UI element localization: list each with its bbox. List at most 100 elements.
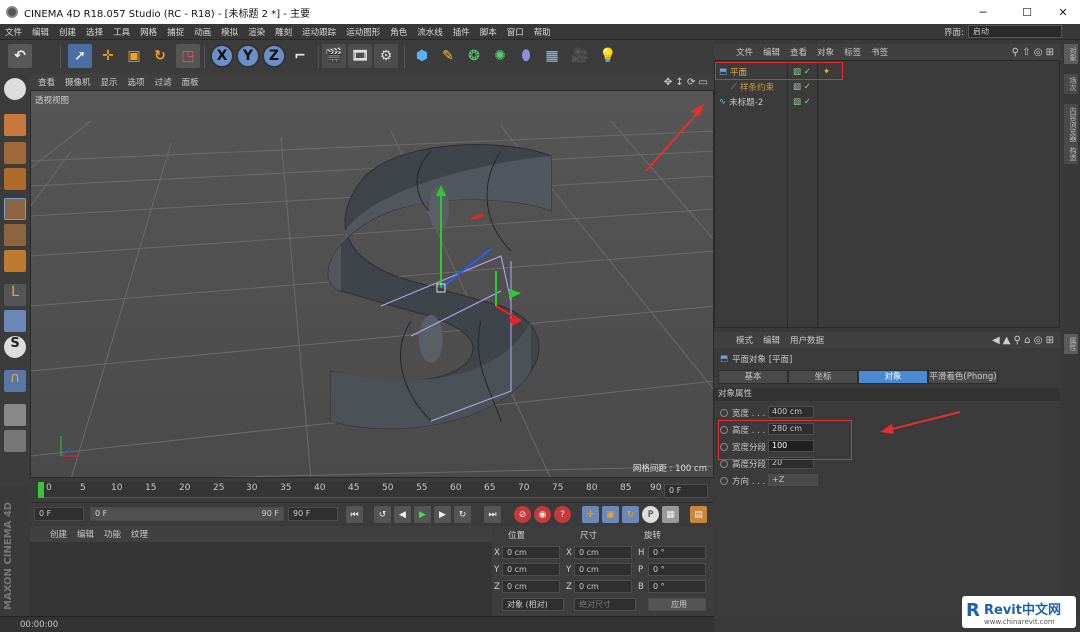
object-row-spline-constraint[interactable]: ⟋ 样条约束 ▧ ✓ — [719, 80, 1055, 94]
perspective-viewport[interactable]: 透视视图 网格间距 : 100 cm — [30, 90, 714, 478]
material-area[interactable] — [30, 542, 492, 616]
obj-menu-edit[interactable]: 编辑 — [763, 46, 780, 58]
live-select-icon[interactable]: ◳ — [176, 44, 200, 68]
obj-menu-file[interactable]: 文件 — [736, 46, 753, 58]
auto-key-icon[interactable]: ◉ — [534, 506, 551, 523]
side-tab-attributes[interactable]: 属性 — [1064, 334, 1078, 354]
polygons-mode-icon[interactable] — [4, 250, 26, 272]
size-mode-select[interactable]: 绝对尺寸 — [574, 598, 636, 611]
tab-basic[interactable]: 基本 — [718, 370, 788, 384]
coord-mode-select[interactable]: 对象 (相对) — [502, 598, 564, 611]
size-y-field[interactable]: 0 cm — [574, 563, 632, 576]
viewport-menu-camera[interactable]: 摄像机 — [65, 76, 91, 88]
axis-mode-icon[interactable]: L — [4, 284, 26, 306]
snap-icon[interactable]: S — [4, 336, 26, 358]
rotate-tool-icon[interactable]: ↻ — [148, 44, 172, 68]
floor-icon[interactable]: ▦ — [540, 44, 564, 68]
render-picture-viewer-icon[interactable]: 🎞 — [348, 44, 372, 68]
attr-menu-userdata[interactable]: 用户数据 — [790, 334, 824, 346]
viewport-menu-display[interactable]: 显示 — [101, 76, 118, 88]
material-menu-edit[interactable]: 编辑 — [77, 528, 94, 540]
edges-mode-icon[interactable] — [4, 224, 26, 246]
menu-snap[interactable]: 捕捉 — [162, 26, 189, 38]
points-mode-icon[interactable] — [4, 198, 26, 220]
prev-frame-button[interactable]: ◀ — [394, 506, 411, 523]
side-tab-structure[interactable]: 构造 — [1064, 144, 1078, 164]
attr-nav-icons[interactable]: ◀ ▲ ⚲ ⌂ ◎ ⊞ — [992, 335, 1054, 346]
tab-coordinates[interactable]: 坐标 — [788, 370, 858, 384]
workplane-lock-icon[interactable] — [4, 430, 26, 452]
key-help-icon[interactable]: ? — [554, 506, 571, 523]
menu-motion-tracking[interactable]: 运动跟踪 — [297, 26, 341, 38]
viewport-menu-panel[interactable]: 面板 — [182, 76, 199, 88]
menu-script[interactable]: 脚本 — [475, 26, 502, 38]
position-z-field[interactable]: 0 cm — [502, 580, 560, 593]
viewport-menu-view[interactable]: 查看 — [38, 76, 55, 88]
material-menu-texture[interactable]: 纹理 — [131, 528, 148, 540]
attr-menu-edit[interactable]: 编辑 — [763, 334, 780, 346]
menu-mesh[interactable]: 网格 — [135, 26, 162, 38]
animate-radio-icon[interactable] — [720, 476, 728, 485]
orientation-select[interactable]: +Z — [768, 474, 818, 486]
timeline[interactable]: 0 5 10 15 20 25 30 35 40 45 50 55 60 65 … — [30, 478, 714, 502]
timeline-window-icon[interactable]: ▤ — [690, 506, 707, 523]
menu-pipeline[interactable]: 流水线 — [412, 26, 448, 38]
visibility-toggle-icon[interactable]: ▧ ✓ — [793, 82, 811, 92]
menu-simulate[interactable]: 模拟 — [216, 26, 243, 38]
obj-menu-view[interactable]: 查看 — [790, 46, 807, 58]
workplane-icon[interactable] — [4, 168, 26, 190]
menu-mograph[interactable]: 运动图形 — [341, 26, 385, 38]
key-pla-icon[interactable]: ▦ — [662, 506, 679, 523]
side-tab-content-browser[interactable]: 内容浏览器 — [1064, 104, 1078, 145]
minimize-button[interactable]: ─ — [966, 0, 1000, 24]
maximize-button[interactable]: ☐ — [1010, 0, 1044, 24]
subdivision-icon[interactable]: ❂ — [462, 44, 486, 68]
timeline-playhead[interactable] — [38, 482, 44, 498]
key-scale-icon[interactable]: ▣ — [602, 506, 619, 523]
layout-select[interactable]: 启动 — [968, 25, 1062, 38]
width-field[interactable]: 400 cm — [768, 406, 814, 418]
menu-create[interactable]: 创建 — [54, 26, 81, 38]
grid-lock-icon[interactable] — [4, 404, 26, 426]
rotation-h-field[interactable]: 0 ° — [648, 546, 706, 559]
pen-spline-icon[interactable]: ✎ — [436, 44, 460, 68]
menu-render[interactable]: 渲染 — [243, 26, 270, 38]
record-keys-icon[interactable]: ⊘ — [514, 506, 531, 523]
obj-menu-objects[interactable]: 对象 — [817, 46, 834, 58]
texture-mode-icon[interactable] — [4, 142, 26, 164]
position-y-field[interactable]: 0 cm — [502, 563, 560, 576]
side-tab-objects[interactable]: 对象 — [1064, 44, 1078, 64]
camera-icon[interactable]: 🎥 — [568, 44, 592, 68]
obj-search-icons[interactable]: ⚲ ⇧ ◎ ⊞ — [1012, 47, 1054, 58]
prev-key-button[interactable]: ↺ — [374, 506, 391, 523]
material-menu-function[interactable]: 功能 — [104, 528, 121, 540]
object-row-untitled[interactable]: ∿ 未标题-2 ▧ ✓ — [719, 95, 1055, 109]
obj-menu-bookmarks[interactable]: 书签 — [871, 46, 888, 58]
cloner-icon[interactable]: ✺ — [488, 44, 512, 68]
next-frame-button[interactable]: ▶ — [434, 506, 451, 523]
render-settings-icon[interactable]: ⚙ — [374, 44, 398, 68]
current-frame-field[interactable]: 0 F — [664, 484, 708, 498]
viewport-nav-icons[interactable]: ✥ ↕ ⟳ ▭ — [664, 77, 708, 88]
magnet-icon[interactable]: ∩ — [4, 370, 26, 392]
move-tool-icon[interactable]: ✛ — [96, 44, 120, 68]
deformer-icon[interactable]: ⬮ — [514, 44, 538, 68]
obj-menu-tags[interactable]: 标签 — [844, 46, 861, 58]
size-z-field[interactable]: 0 cm — [574, 580, 632, 593]
viewport-menu-filter[interactable]: 过滤 — [155, 76, 172, 88]
menu-character[interactable]: 角色 — [385, 26, 412, 38]
start-frame-field[interactable]: 0 F — [34, 507, 84, 521]
key-rotation-icon[interactable]: ↻ — [622, 506, 639, 523]
scale-tool-icon[interactable]: ▣ — [122, 44, 146, 68]
position-x-field[interactable]: 0 cm — [502, 546, 560, 559]
side-tab-takes[interactable]: 场次 — [1064, 74, 1078, 94]
menu-window[interactable]: 窗口 — [502, 26, 529, 38]
y-axis-lock-button[interactable]: Y — [236, 44, 260, 68]
menu-help[interactable]: 帮助 — [529, 26, 556, 38]
size-x-field[interactable]: 0 cm — [574, 546, 632, 559]
object-tree[interactable]: ⬒ 平面 ▧ ✓ ✦ ⟋ 样条约束 ▧ ✓ ∿ 未标题-2 ▧ ✓ — [714, 60, 1060, 329]
tab-phong[interactable]: 平滑着色(Phong) — [928, 370, 998, 384]
menu-animate[interactable]: 动画 — [189, 26, 216, 38]
range-slider[interactable]: 0 F 90 F — [90, 507, 284, 521]
model-mode-icon[interactable] — [4, 114, 26, 136]
